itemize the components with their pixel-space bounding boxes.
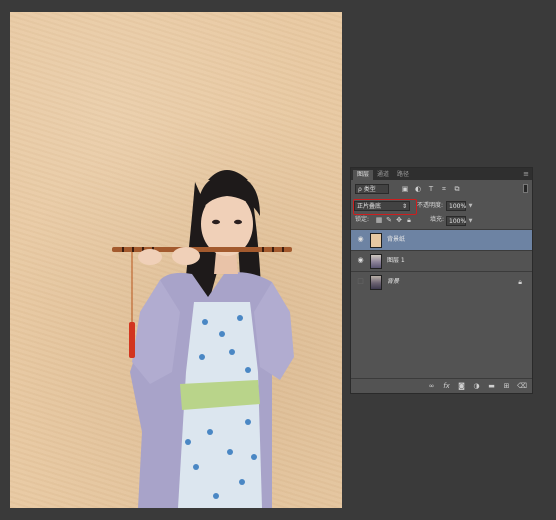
layer-thumbnail [370,254,382,269]
mask-icon[interactable]: ◙ [457,382,466,390]
layer-lock-icon: 🔒︎ [518,278,522,286]
visibility-eye-icon[interactable]: ◉ [357,257,364,264]
opacity-field[interactable]: 100% [446,201,466,211]
type-filter-icon[interactable]: T [427,185,435,193]
fill-field[interactable]: 100% [446,216,466,226]
lock-paint-icon[interactable]: ✎ [385,216,393,224]
blend-row: 正片叠底 ⇕ 不透明度: 100% ▼ [351,197,532,215]
lock-all-icon[interactable]: 🔒︎ [405,216,413,224]
image-filter-icon[interactable]: ▣ [401,185,409,193]
lock-position-icon[interactable]: ✥ [395,216,403,224]
filter-toggle[interactable] [523,184,528,193]
lock-label: 锁定: [355,216,370,223]
document-image[interactable] [10,12,342,508]
layer-name: 图层 1 [387,257,405,264]
layers-panel: 图层 通道 路径 ≡ ρ 类型 ▣ ◐ T ⌗ ⧉ 正片叠底 ⇕ 不透明度: 1… [350,167,533,394]
folder-icon[interactable]: ▬ [487,382,496,390]
layers-bottom-toolbar: ∞ fx ◙ ◑ ▬ ⊞ ⌫ [351,378,532,393]
layer-row-layer1[interactable]: ◉ 图层 1 [351,250,532,271]
opacity-dropdown-icon[interactable]: ▼ [467,201,474,211]
layer-row-background[interactable]: □ 背景 🔒︎ [351,271,532,292]
panel-menu-icon[interactable]: ≡ [523,170,529,178]
layer-name: 背景 [387,278,400,285]
layer-name: 背景纸 [387,236,406,243]
filter-row: ρ 类型 ▣ ◐ T ⌗ ⧉ [351,181,532,197]
tab-channels[interactable]: 通道 [373,170,393,180]
portrait-illustration [112,170,294,508]
blend-mode-select[interactable]: 正片叠底 ⇕ [353,199,417,215]
lock-row: 锁定: ▦ ✎ ✥ 🔒︎ 填充: 100% ▼ [351,214,532,228]
fill-label: 填充: [430,216,445,223]
adjustment-filter-icon[interactable]: ◐ [414,185,422,193]
layer-thumbnail [370,233,382,248]
layer-thumbnail [370,275,382,290]
lock-transparent-icon[interactable]: ▦ [375,216,383,224]
panel-tab-strip: 图层 通道 路径 ≡ [351,168,532,180]
smart-object-filter-icon[interactable]: ⧉ [453,185,461,193]
fx-icon[interactable]: fx [442,382,451,390]
trash-icon[interactable]: ⌫ [517,382,527,390]
new-layer-icon[interactable]: ⊞ [502,382,511,390]
tab-layers[interactable]: 图层 [353,170,374,180]
tab-paths[interactable]: 路径 [393,170,413,180]
fill-dropdown-icon[interactable]: ▼ [467,216,474,226]
layer-row-paper[interactable]: ◉ 背景纸 [351,229,532,250]
visibility-eye-icon[interactable]: ◉ [357,236,364,243]
blend-mode-highlight [353,199,417,215]
filter-type-select[interactable]: ρ 类型 [355,184,389,194]
adjustment-icon[interactable]: ◑ [472,382,481,390]
opacity-label: 不透明度: [417,202,444,209]
shape-filter-icon[interactable]: ⌗ [440,185,448,193]
link-icon[interactable]: ∞ [427,382,436,390]
visibility-off-icon[interactable]: □ [357,278,364,285]
